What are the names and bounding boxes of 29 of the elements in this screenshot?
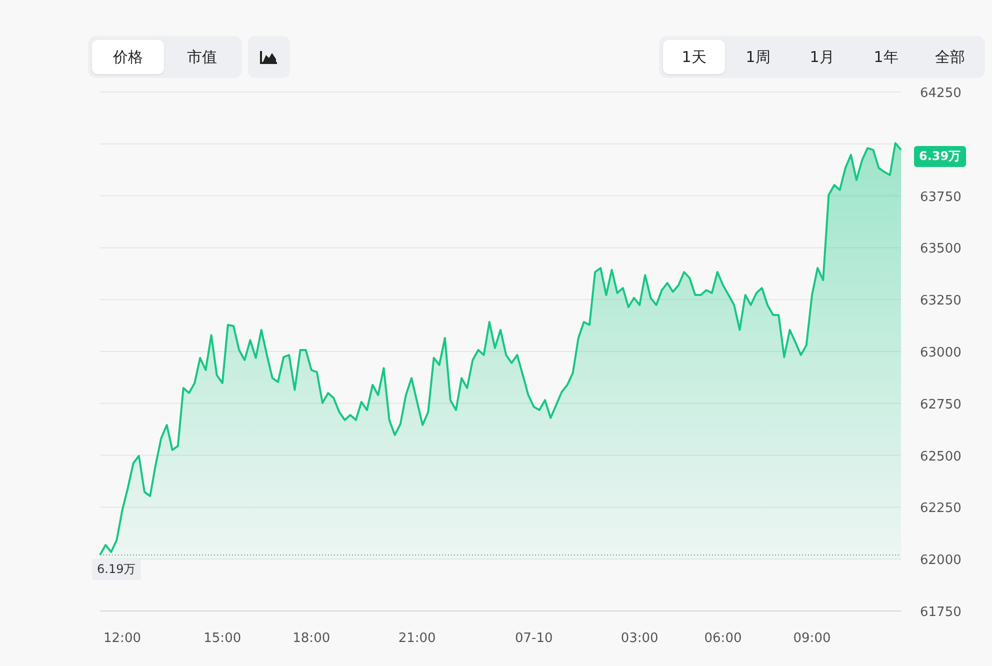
range-tab[interactable]: 全部 — [919, 40, 981, 74]
chart-type-button[interactable] — [248, 36, 290, 78]
x-axis-label: 06:00 — [704, 631, 742, 646]
current-price-label: 6.39万 — [914, 146, 966, 167]
y-axis-label: 62250 — [920, 501, 962, 516]
metric-tab[interactable]: 价格 — [92, 40, 164, 74]
range-tab[interactable]: 1年 — [855, 40, 917, 74]
x-axis-label: 12:00 — [104, 631, 141, 646]
y-axis-label: 62000 — [920, 553, 962, 568]
range-tab[interactable]: 1周 — [727, 40, 789, 74]
y-axis-label: 63250 — [920, 294, 962, 309]
y-axis-label: 64250 — [920, 86, 962, 101]
x-axis-label: 21:00 — [398, 631, 436, 646]
y-axis-label: 63000 — [920, 346, 962, 360]
y-axis-label: 63750 — [920, 190, 962, 205]
x-axis-label: 03:00 — [620, 631, 658, 646]
y-axis-label: 63500 — [920, 242, 962, 257]
x-axis-label: 07-10 — [514, 631, 553, 646]
area-chart-icon — [260, 50, 278, 64]
x-axis-label: 15:00 — [204, 631, 242, 646]
x-axis-label: 09:00 — [793, 631, 831, 646]
y-axis-label: 61750 — [920, 605, 962, 620]
metric-tab[interactable]: 市值 — [166, 40, 238, 74]
y-axis-label: 62500 — [920, 449, 962, 464]
x-axis-label: 18:00 — [292, 631, 330, 646]
range-tab[interactable]: 1月 — [791, 40, 853, 74]
range-tab[interactable]: 1天 — [663, 40, 725, 74]
start-price-label: 6.19万 — [92, 558, 141, 580]
y-axis-label: 62750 — [920, 397, 962, 412]
